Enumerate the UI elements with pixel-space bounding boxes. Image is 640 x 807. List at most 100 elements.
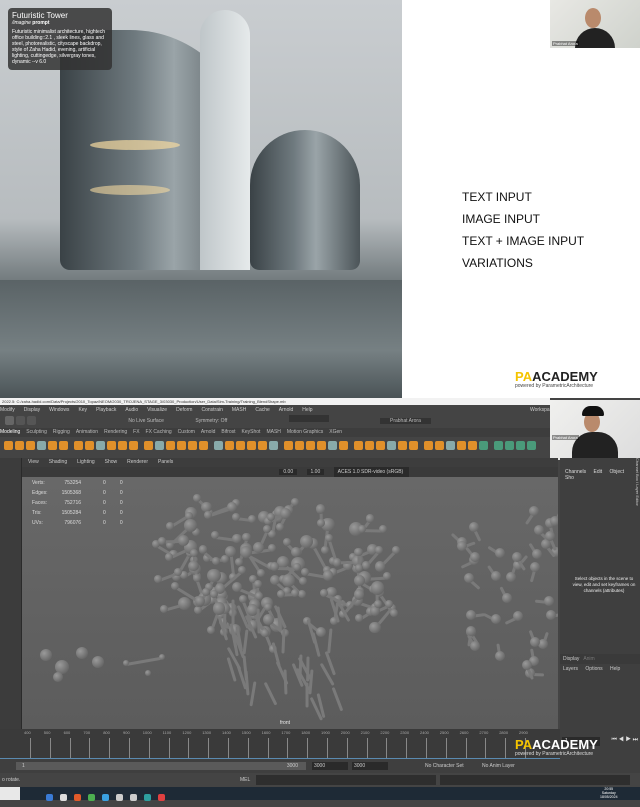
taskbar-app-icon[interactable] <box>102 794 109 802</box>
channel-box-side-tab[interactable]: Channel Box / Layer Editor <box>633 458 640 558</box>
shelf-tool-icon[interactable] <box>4 441 13 451</box>
menu-visualize[interactable]: Visualize <box>147 407 167 413</box>
redo-icon[interactable] <box>27 416 36 426</box>
shelf-tool-icon[interactable] <box>59 441 68 451</box>
shelf-tool-icon[interactable] <box>398 441 407 451</box>
panel-menu-renderer[interactable]: Renderer <box>127 459 148 465</box>
shelf-tool-icon[interactable] <box>85 441 94 451</box>
channel-tab-show[interactable]: Sho <box>565 475 574 481</box>
anim-layer-dropdown[interactable]: No Anim Layer <box>482 762 515 770</box>
menu-mash[interactable]: MASH <box>232 407 246 413</box>
menu-deform[interactable]: Deform <box>176 407 192 413</box>
channel-tab-edit[interactable]: Edit <box>594 469 603 475</box>
shelf-tab-rigging[interactable]: Rigging <box>53 429 70 435</box>
shelf-tool-icon[interactable] <box>236 441 245 451</box>
channel-tab-object[interactable]: Object <box>610 469 624 475</box>
user-login[interactable]: Prabhat Arora <box>380 418 431 424</box>
gamma-field[interactable]: 1.00 <box>306 469 325 475</box>
shelf-tool-icon[interactable] <box>199 441 208 451</box>
menu-modify[interactable]: Modify <box>0 407 15 413</box>
shelf-tab-animation[interactable]: Animation <box>76 429 98 435</box>
shelf-tool-icon[interactable] <box>365 441 374 451</box>
layer-menu-options[interactable]: Options <box>585 666 602 672</box>
taskbar-app-icon[interactable] <box>116 794 123 802</box>
end-playback-field[interactable]: 3000 <box>352 762 388 770</box>
shelf-tool-icon[interactable] <box>214 441 223 451</box>
shelf-tool-icon[interactable] <box>295 441 304 451</box>
menu-cache[interactable]: Cache <box>255 407 269 413</box>
shelf-tab-modeling[interactable]: Modeling <box>0 429 20 435</box>
shelf-tool-icon[interactable] <box>317 441 326 451</box>
clock[interactable]: 20:55 Saturday 18/05/2024 <box>600 787 618 799</box>
shelf-tool-icon[interactable] <box>376 441 385 451</box>
taskbar-app-icon[interactable] <box>88 794 95 802</box>
panel-menu-shading[interactable]: Shading <box>49 459 67 465</box>
shelf-tool-icon[interactable] <box>129 441 138 451</box>
live-surface-field[interactable]: No Live Surface <box>128 418 164 424</box>
layer-menu-layers[interactable]: Layers <box>563 666 578 672</box>
menu-audio[interactable]: Audio <box>125 407 138 413</box>
shelf-tool-icon[interactable] <box>155 441 164 451</box>
shelf-tool-icon[interactable] <box>258 441 267 451</box>
shelf-tool-icon[interactable] <box>166 441 175 451</box>
shelf-tab-custom[interactable]: Custom <box>178 429 195 435</box>
shelf-tool-icon[interactable] <box>188 441 197 451</box>
taskbar-app-icon[interactable] <box>46 794 53 802</box>
shelf-tool-icon[interactable] <box>118 441 127 451</box>
shelf-tool-icon[interactable] <box>468 441 477 451</box>
shelf-tool-icon[interactable] <box>15 441 24 451</box>
shelf-tool-icon[interactable] <box>328 441 337 451</box>
menu-arnold[interactable]: Arnold <box>279 407 293 413</box>
render-icons[interactable] <box>288 415 329 422</box>
shelf-tool-icon[interactable] <box>284 441 293 451</box>
shelf-tool-icon[interactable] <box>446 441 455 451</box>
shelf-tool-icon[interactable] <box>107 441 116 451</box>
shelf-tool-icon[interactable] <box>424 441 433 451</box>
shelf-tab-keyshot[interactable]: KeyShot <box>242 429 261 435</box>
layer-menu-help[interactable]: Help <box>610 666 620 672</box>
exposure-field[interactable]: 0.00 <box>279 469 298 475</box>
start-button[interactable] <box>0 787 20 800</box>
menu-help[interactable]: Help <box>302 407 312 413</box>
shelf-tab-xgen[interactable]: XGen <box>329 429 342 435</box>
shelf-tool-icon[interactable] <box>339 441 348 451</box>
taskbar-app-icon[interactable] <box>130 794 137 802</box>
menu-display[interactable]: Display <box>24 407 40 413</box>
shelf-tool-icon[interactable] <box>409 441 418 451</box>
shelf-tool-icon[interactable] <box>269 441 278 451</box>
menu-playback[interactable]: Playback <box>96 407 116 413</box>
outliner-panel[interactable] <box>0 458 22 729</box>
shelf-tab-fx-caching[interactable]: FX Caching <box>146 429 172 435</box>
layer-display-tab[interactable]: Display <box>563 656 579 662</box>
shelf-tool-icon[interactable] <box>74 441 83 451</box>
workspace-label[interactable]: Workspa <box>530 405 550 415</box>
shelf-tab-sculpting[interactable]: Sculpting <box>26 429 47 435</box>
taskbar-app-icon[interactable] <box>144 794 151 802</box>
shelf-tool-icon[interactable] <box>225 441 234 451</box>
shelf-tool-icon[interactable] <box>435 441 444 451</box>
taskbar-app-icon[interactable] <box>158 794 165 802</box>
shelf-tab-mash[interactable]: MASH <box>266 429 280 435</box>
menu-constrain[interactable]: Constrain <box>201 407 222 413</box>
shelf-tool-icon[interactable] <box>96 441 105 451</box>
save-icon[interactable] <box>5 416 14 426</box>
menu-key[interactable]: Key <box>78 407 87 413</box>
viewport-3d[interactable]: Verts: 753254 0 0 Edges: 1505368 0 0 Faces: 75271… <box>22 477 558 729</box>
panel-menu-panels[interactable]: Panels <box>158 459 173 465</box>
end-time-field[interactable]: 3000 <box>312 762 348 770</box>
command-language[interactable]: MEL <box>240 777 250 783</box>
shelf-tool-icon[interactable] <box>387 441 396 451</box>
panel-menu-show[interactable]: Show <box>105 459 118 465</box>
shelf-tool-icon[interactable] <box>177 441 186 451</box>
shelf-tool-icon[interactable] <box>26 441 35 451</box>
shelf-tab-arnold[interactable]: Arnold <box>201 429 215 435</box>
menu-windows[interactable]: Windows <box>49 407 69 413</box>
panel-menu-view[interactable]: View <box>28 459 39 465</box>
undo-icon[interactable] <box>16 416 25 426</box>
command-input[interactable] <box>256 775 436 785</box>
taskbar-app-icon[interactable] <box>60 794 67 802</box>
range-bar[interactable]: 1 3000 <box>16 762 306 770</box>
shelf-tool-icon[interactable] <box>505 441 514 451</box>
shelf-tool-icon[interactable] <box>37 441 46 451</box>
shelf-tool-icon[interactable] <box>527 441 536 451</box>
